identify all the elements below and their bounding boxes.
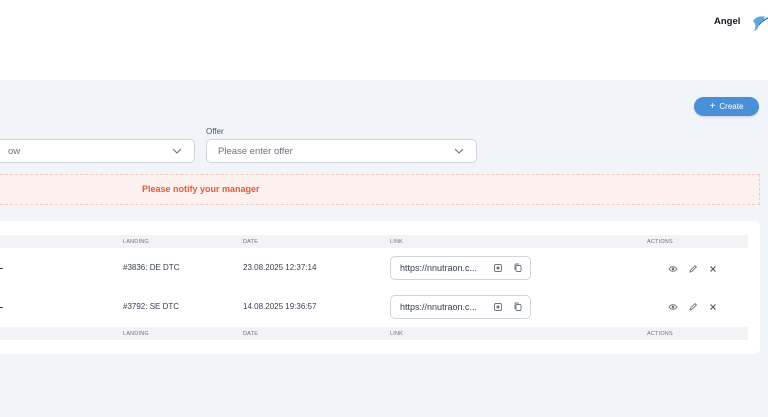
col-date: DATE	[243, 330, 259, 337]
close-icon[interactable]	[708, 302, 718, 312]
row-date: 14.08.2025 19:36:57	[243, 302, 317, 311]
row-edge-mark	[0, 268, 3, 269]
link-url: https://nnutraon.c...	[400, 302, 478, 312]
status-select[interactable]: ow	[0, 139, 195, 163]
eye-icon[interactable]	[668, 264, 678, 274]
edit-icon[interactable]	[688, 264, 698, 274]
qr-icon[interactable]	[493, 263, 503, 273]
chevron-down-icon	[172, 148, 182, 154]
user-name[interactable]: Angel	[714, 16, 740, 27]
notice-alert: Please notify your manager	[0, 174, 760, 205]
row-edge-mark	[0, 307, 3, 308]
copy-icon[interactable]	[513, 302, 523, 312]
avatar-bird-icon[interactable]	[750, 13, 768, 33]
table-footer-header: LANDING DATE LINK ACTIONS	[0, 327, 748, 340]
col-date: DATE	[243, 238, 259, 245]
copy-icon[interactable]	[513, 263, 523, 273]
col-link: LINK	[390, 330, 404, 337]
col-actions: ACTIONS	[647, 238, 673, 245]
create-button-label: Create	[719, 102, 744, 111]
link-field[interactable]: https://nnutraon.c...	[390, 256, 531, 280]
table-header: LANDING DATE LINK ACTIONS	[0, 235, 748, 248]
col-actions: ACTIONS	[647, 330, 673, 337]
status-select-value: ow	[8, 145, 21, 157]
link-url: https://nnutraon.c...	[400, 263, 478, 273]
offer-label: Offer	[206, 127, 224, 136]
row-landing: #3792: SE DTC	[123, 302, 180, 311]
close-icon[interactable]	[708, 264, 718, 274]
col-landing: LANDING	[123, 330, 149, 337]
row-landing: #3836: DE DTC	[123, 263, 180, 272]
create-button[interactable]: + Create	[694, 97, 759, 116]
edit-icon[interactable]	[688, 302, 698, 312]
link-field[interactable]: https://nnutraon.c...	[390, 295, 531, 319]
top-bar: Angel	[0, 0, 768, 80]
offer-select-placeholder: Please enter offer	[218, 145, 293, 157]
offer-select[interactable]: Please enter offer	[206, 139, 477, 163]
col-link: LINK	[390, 238, 404, 245]
plus-icon: +	[709, 100, 716, 112]
row-date: 23.08.2025 12:37:14	[243, 263, 317, 272]
notice-alert-text: Please notify your manager	[142, 184, 260, 194]
eye-icon[interactable]	[668, 302, 678, 312]
qr-icon[interactable]	[493, 302, 503, 312]
chevron-down-icon	[454, 148, 464, 154]
col-landing: LANDING	[123, 238, 149, 245]
